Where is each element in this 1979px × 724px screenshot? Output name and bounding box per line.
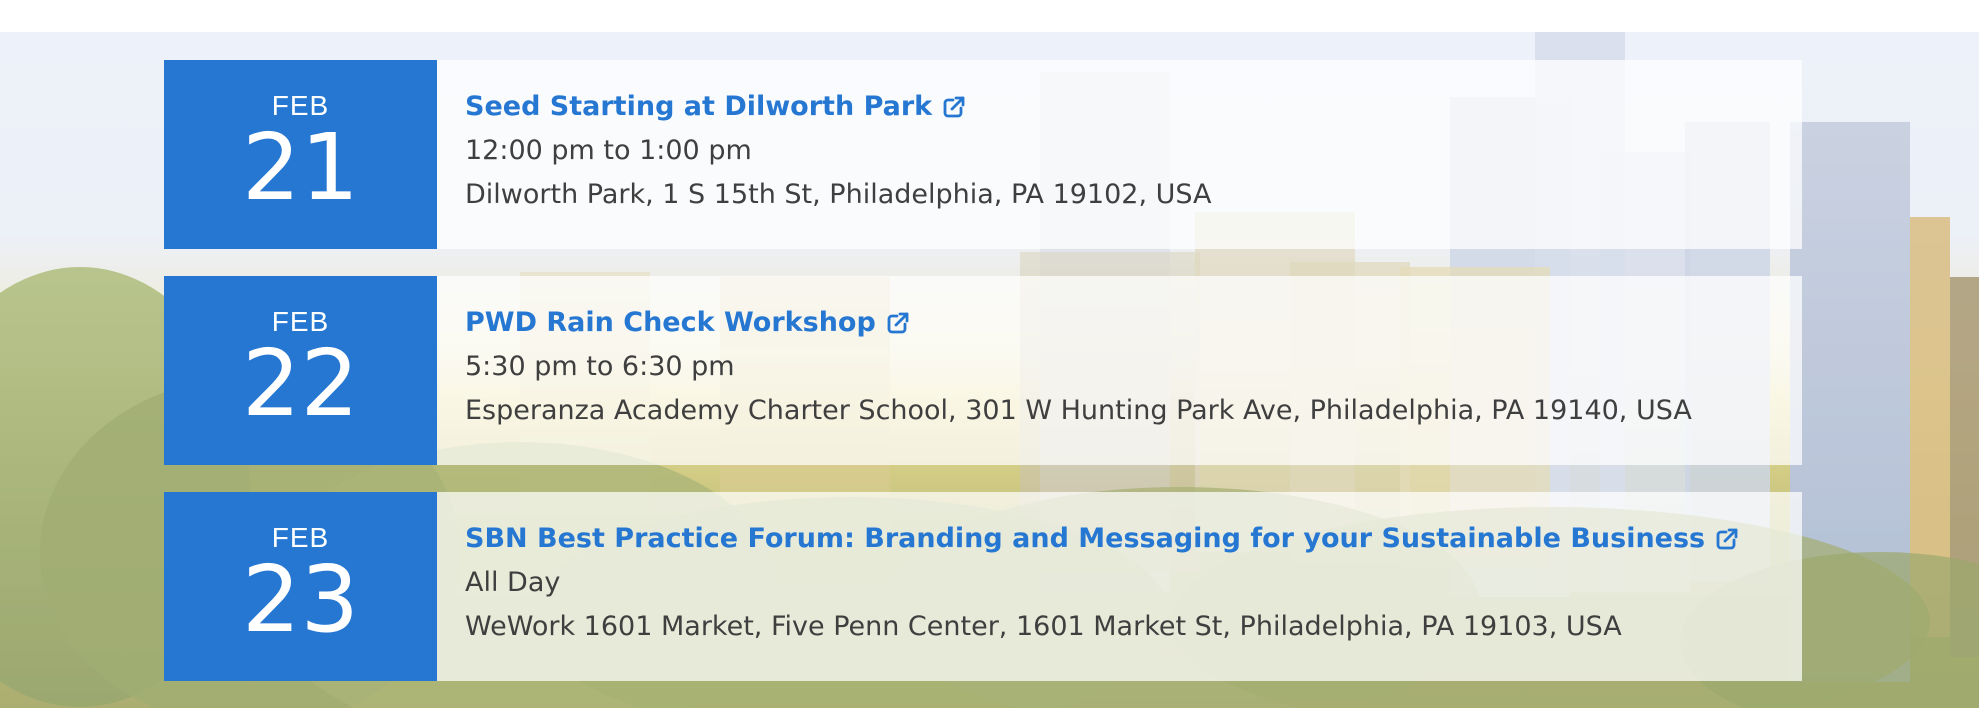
event-title-text: Seed Starting at Dilworth Park [465,91,933,122]
event-title-link[interactable]: Seed Starting at Dilworth Park [465,90,966,124]
event-time: 5:30 pm to 6:30 pm [465,351,735,382]
event-location: WeWork 1601 Market, Five Penn Center, 16… [465,611,1622,642]
external-link-icon [943,96,965,118]
external-link-icon [887,312,909,334]
event-location: Dilworth Park, 1 S 15th St, Philadelphia… [465,179,1212,210]
event-day: 22 [241,329,360,437]
event-date-block: FEB 21 [164,60,437,249]
event-time: 12:00 pm to 1:00 pm [465,135,752,166]
event-title-text: SBN Best Practice Forum: Branding and Me… [465,523,1706,554]
event-card: FEB 21 Seed Starting at Dilworth Park 12… [164,60,1802,249]
event-date-block: FEB 22 [164,276,437,465]
event-title-link[interactable]: PWD Rain Check Workshop [465,306,910,340]
event-details: SBN Best Practice Forum: Branding and Me… [437,492,1802,681]
event-card: FEB 22 PWD Rain Check Workshop 5:30 pm t… [164,276,1802,465]
event-details: Seed Starting at Dilworth Park 12:00 pm … [437,60,1802,249]
event-details: PWD Rain Check Workshop 5:30 pm to 6:30 … [437,276,1802,465]
external-link-icon [1716,528,1738,550]
event-title-text: PWD Rain Check Workshop [465,307,876,338]
event-date-block: FEB 23 [164,492,437,681]
event-day: 21 [241,113,360,221]
event-card: FEB 23 SBN Best Practice Forum: Branding… [164,492,1802,681]
event-day: 23 [241,545,360,653]
event-location: Esperanza Academy Charter School, 301 W … [465,395,1692,426]
event-time: All Day [465,567,561,598]
event-title-link[interactable]: SBN Best Practice Forum: Branding and Me… [465,522,1739,556]
event-list: FEB 21 Seed Starting at Dilworth Park 12… [164,60,1802,708]
